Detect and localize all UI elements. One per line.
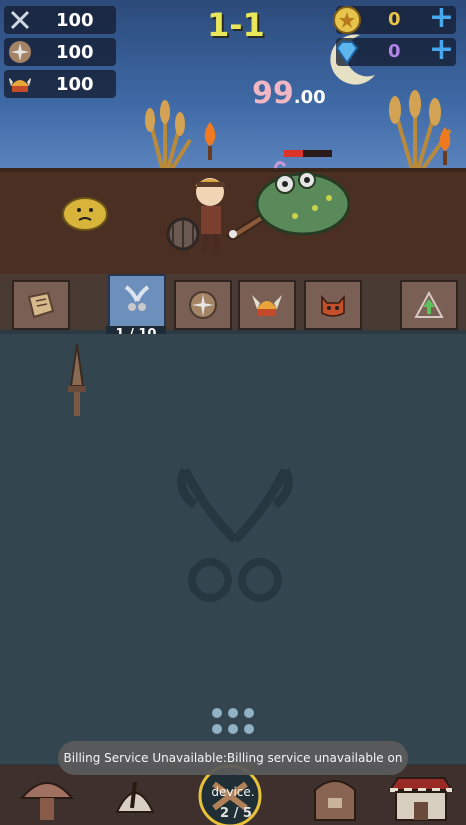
yellow-blob-creature (62, 197, 108, 231)
billing-toast: Billing Service Unavailable:Billing serv… (58, 741, 408, 799)
crossed-axes-icon (124, 285, 150, 311)
enemy-health-fill (284, 150, 304, 157)
viking-helmet-icon (252, 295, 282, 316)
stat-attack-value: 100 (56, 10, 94, 31)
diamond-icon (335, 41, 359, 65)
nav-shop-button[interactable] (378, 768, 464, 824)
cat-icon (321, 294, 345, 317)
tab-pet[interactable] (304, 280, 362, 330)
diamond-counter: 0 + (335, 35, 456, 66)
stat-defense: 100 (4, 38, 116, 66)
add-gold-button[interactable]: + (429, 3, 454, 33)
nav-backpack-button[interactable] (292, 768, 378, 824)
damage-main: 99 (252, 76, 294, 111)
crossed-axes-emblem (177, 467, 293, 602)
torch-icon (204, 122, 216, 160)
torch-icon (439, 127, 451, 165)
stat-attack: 100 (4, 6, 116, 34)
shield-compass-icon (9, 41, 31, 63)
gold-value: 0 (388, 9, 401, 30)
diamond-value: 0 (388, 41, 401, 62)
grid-menu-icon[interactable] (210, 706, 256, 736)
nav-mushroom-button[interactable] (4, 768, 90, 824)
gold-counter: 0 + (333, 3, 456, 34)
add-diamond-button[interactable]: + (429, 35, 454, 65)
toad-monster (255, 161, 350, 236)
upgrade-arrow-icon (414, 291, 444, 318)
crossed-axes-icon (10, 10, 30, 30)
shield-compass-icon (189, 291, 217, 319)
enemy-health-bar (284, 150, 332, 157)
gold-coin-icon (333, 6, 361, 34)
stat-health-value: 100 (56, 74, 94, 95)
nav-helmet-button[interactable] (92, 768, 178, 824)
tab-helmet[interactable] (238, 280, 296, 330)
viking-helmet-icon (8, 76, 32, 92)
tab-shield[interactable] (174, 280, 232, 330)
tab-scroll[interactable] (12, 280, 70, 330)
damage-number: 99.00 (252, 76, 326, 111)
stat-health: 100 (4, 70, 116, 98)
wooden-sword-item[interactable] (66, 342, 88, 422)
damage-decimal: .00 (293, 87, 326, 108)
scroll-icon (27, 291, 55, 319)
tab-upgrade[interactable] (400, 280, 458, 330)
tab-weapons[interactable] (108, 274, 166, 330)
stat-defense-value: 100 (56, 42, 94, 63)
level-indicator: 1-1 (207, 6, 265, 44)
